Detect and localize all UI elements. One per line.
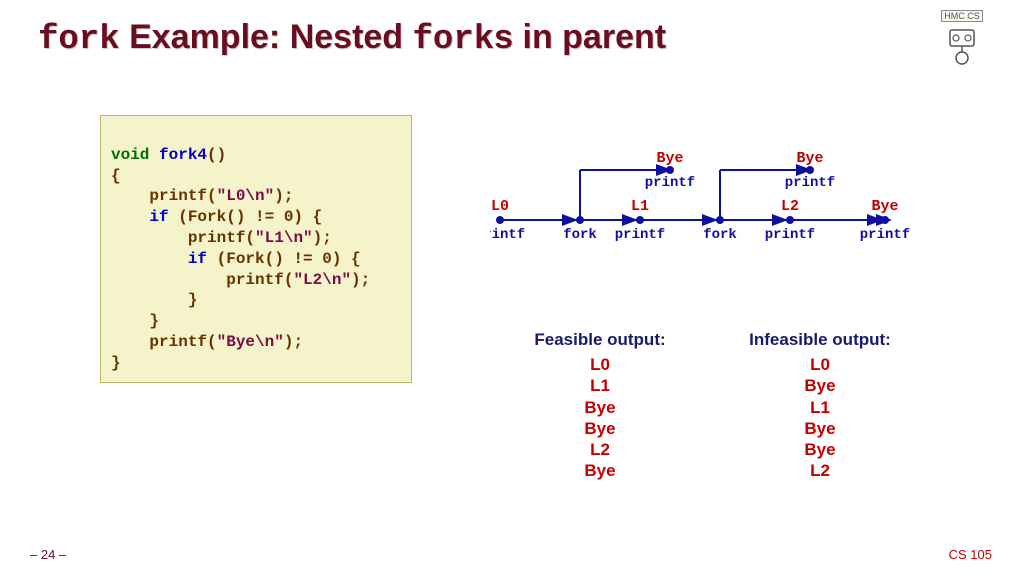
logo-label: HMC CS (941, 10, 983, 22)
code-kw: if (188, 250, 207, 268)
title-code-1: fork (38, 21, 120, 59)
code-t: } (111, 291, 197, 309)
code-t: () (207, 146, 226, 164)
code-str: "L1\n" (255, 229, 313, 247)
code-block: void fork4() { printf("L0\n"); if (Fork(… (100, 115, 412, 383)
code-t: { (111, 167, 121, 185)
code-str: "L2\n" (293, 271, 351, 289)
diag-sub: printf (860, 227, 910, 243)
infeasible-hdr: Infeasible output: (710, 330, 930, 350)
outputs-table: Feasible output: L0 L1 Bye Bye L2 Bye In… (490, 330, 930, 482)
page-number: – 24 – (30, 547, 66, 562)
code-t: printf( (111, 187, 217, 205)
code-t: ); (351, 271, 370, 289)
diag-branch-lbl: Bye (796, 150, 823, 167)
code-t: printf( (111, 271, 293, 289)
diag-lbl: L0 (491, 198, 509, 215)
code-t: (Fork() != 0) { (207, 250, 361, 268)
diag-sub: fork (703, 227, 737, 243)
diag-branch-sub: printf (785, 175, 835, 191)
code-t: ); (274, 187, 293, 205)
infeasible-val: Bye (710, 439, 930, 460)
diag-sub: printf (765, 227, 815, 243)
title-text-1: Example: Nested (120, 18, 413, 56)
diag-sub: printf (615, 227, 665, 243)
feasible-val: Bye (490, 460, 710, 481)
feasible-val: Bye (490, 397, 710, 418)
infeasible-val: L2 (710, 460, 930, 481)
code-str: "Bye\n" (217, 333, 284, 351)
feasible-val: L2 (490, 439, 710, 460)
diag-sub: fork (563, 227, 597, 243)
code-t: ); (284, 333, 303, 351)
diag-branch-sub: printf (645, 175, 695, 191)
feasible-val: L0 (490, 354, 710, 375)
diag-lbl: L1 (631, 198, 649, 215)
code-kw: void (111, 146, 149, 164)
slide-title: fork Example: Nested forks in parent (38, 18, 666, 59)
code-fn: fork4 (149, 146, 207, 164)
feasible-val: L1 (490, 375, 710, 396)
diag-lbl: L2 (781, 198, 799, 215)
diag-lbl: Bye (871, 198, 898, 215)
code-t: ); (313, 229, 332, 247)
code-t (111, 250, 188, 268)
code-kw: if (149, 208, 168, 226)
code-t: } (111, 354, 121, 372)
diag-branch-lbl: Bye (656, 150, 683, 167)
feasible-hdr: Feasible output: (490, 330, 710, 350)
code-t: printf( (111, 333, 217, 351)
code-t: (Fork() != 0) { (169, 208, 323, 226)
infeasible-column: Infeasible output: L0 Bye L1 Bye Bye L2 (710, 330, 930, 482)
infeasible-val: L1 (710, 397, 930, 418)
feasible-val: Bye (490, 418, 710, 439)
code-t: } (111, 312, 159, 330)
title-text-2: s in parent (494, 18, 666, 56)
infeasible-val: Bye (710, 375, 930, 396)
course-label: CS 105 (949, 547, 992, 562)
title-code-2: fork (413, 21, 495, 59)
fork-diagram: L0 L1 L2 Bye printf fork printf fork pri… (490, 140, 910, 250)
feasible-column: Feasible output: L0 L1 Bye Bye L2 Bye (490, 330, 710, 482)
code-t (111, 208, 149, 226)
infeasible-val: Bye (710, 418, 930, 439)
code-str: "L0\n" (217, 187, 275, 205)
code-t: printf( (111, 229, 255, 247)
infeasible-val: L0 (710, 354, 930, 375)
hmc-logo: HMC CS (932, 10, 992, 70)
diag-sub: printf (490, 227, 525, 243)
